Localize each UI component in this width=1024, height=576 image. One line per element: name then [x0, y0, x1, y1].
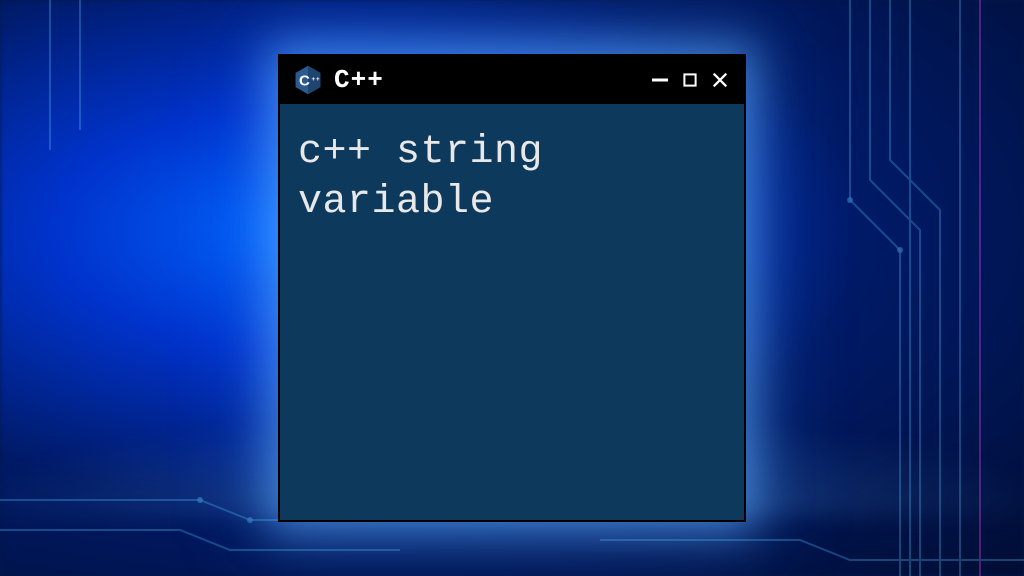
titlebar[interactable]: C + + C++	[280, 56, 744, 104]
svg-text:C: C	[299, 72, 310, 89]
terminal-window: C + + C++ c++ string variable	[278, 54, 746, 522]
cpp-logo-icon: C + +	[292, 64, 324, 96]
window-controls	[648, 68, 732, 92]
minimize-button[interactable]	[648, 68, 672, 92]
svg-text:+: +	[312, 76, 316, 83]
close-button[interactable]	[708, 68, 732, 92]
window-title: C++	[334, 65, 638, 95]
maximize-button[interactable]	[678, 68, 702, 92]
svg-text:+: +	[316, 76, 320, 83]
terminal-content: c++ string variable	[280, 104, 744, 252]
